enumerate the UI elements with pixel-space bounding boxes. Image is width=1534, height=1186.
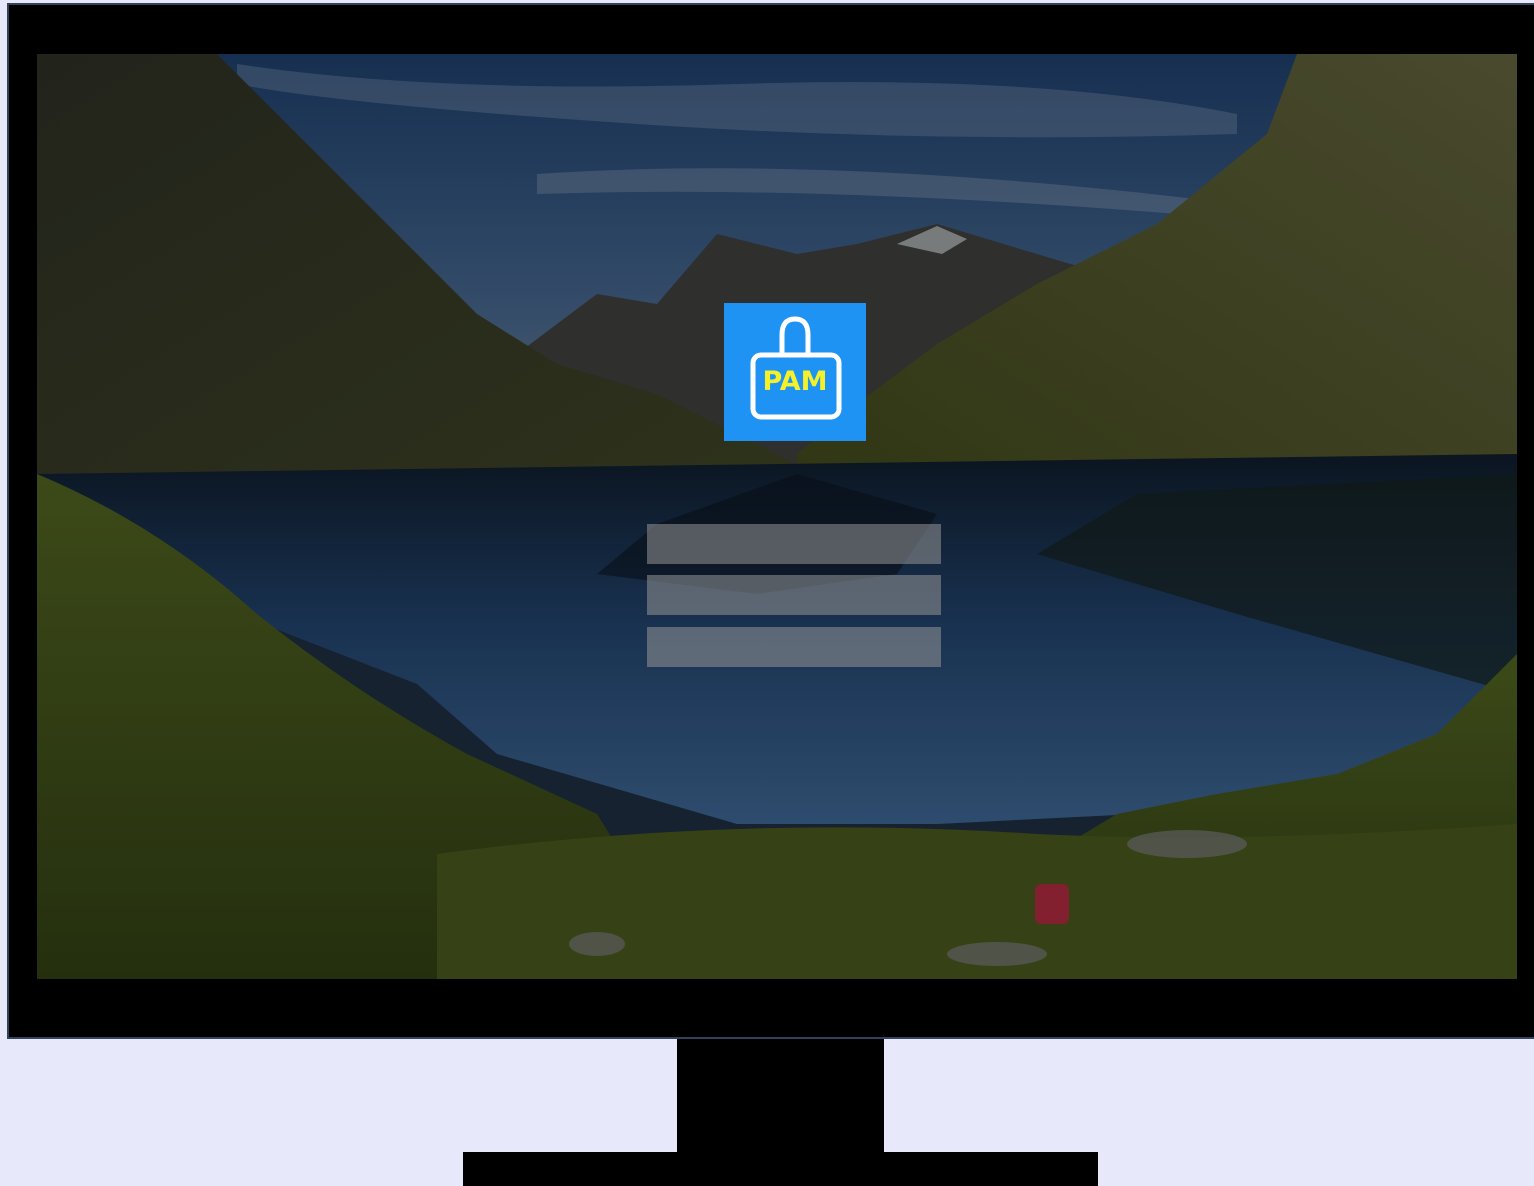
login-screen bbox=[37, 54, 1517, 979]
password-field[interactable] bbox=[647, 575, 941, 615]
monitor-stand-neck bbox=[677, 1039, 884, 1152]
monitor-frame bbox=[7, 3, 1534, 1039]
login-button[interactable] bbox=[647, 627, 941, 667]
monitor-stand-base bbox=[463, 1152, 1098, 1186]
wallpaper-landscape bbox=[37, 54, 1517, 979]
padlock-icon bbox=[750, 316, 842, 420]
username-field[interactable] bbox=[647, 524, 941, 564]
pam-logo bbox=[724, 303, 866, 441]
